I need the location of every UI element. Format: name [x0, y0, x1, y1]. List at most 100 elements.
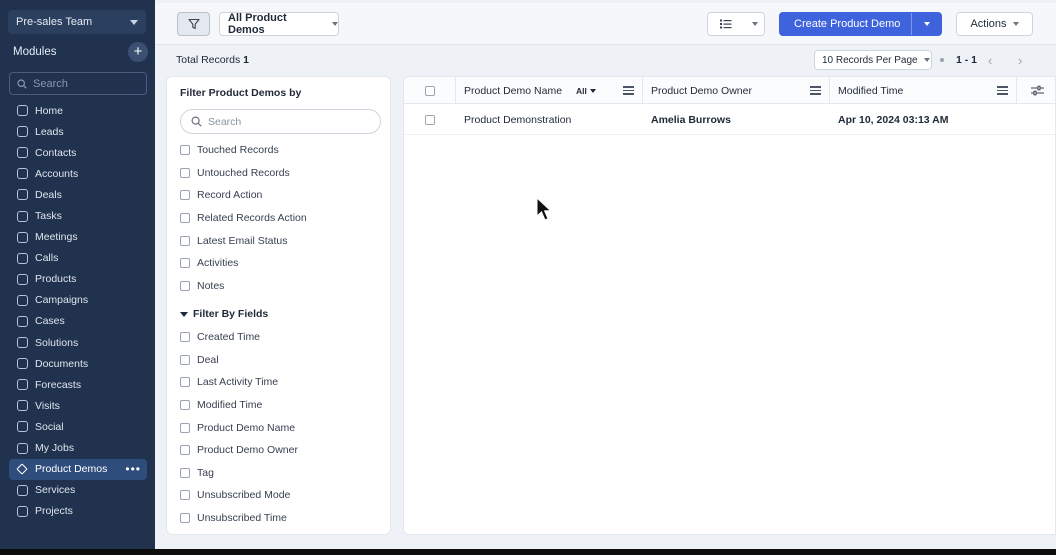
- sidebar-item-accounts[interactable]: Accounts: [9, 163, 147, 184]
- name-filter-label: All: [576, 85, 587, 96]
- filter-by-fields-toggle[interactable]: Filter By Fields: [180, 308, 268, 320]
- column-menu-icon[interactable]: [810, 84, 821, 96]
- column-menu-icon[interactable]: [623, 84, 634, 96]
- sidebar-item-label: Home: [35, 104, 64, 117]
- filter-option[interactable]: Created Time: [180, 326, 390, 349]
- filter-checkbox[interactable]: [180, 490, 190, 501]
- filter-checkbox[interactable]: [180, 190, 190, 201]
- view-mode-button[interactable]: [707, 12, 765, 36]
- create-product-demo-label: Create Product Demo: [794, 18, 901, 30]
- records-per-page-select[interactable]: 10 Records Per Page: [814, 50, 932, 70]
- filter-checkbox[interactable]: [180, 445, 190, 456]
- filter-checkbox[interactable]: [180, 258, 190, 269]
- sidebar-item-contacts[interactable]: Contacts: [9, 142, 147, 163]
- sidebar-item-label: Tasks: [35, 210, 62, 223]
- product-demo-name-cell[interactable]: Product Demonstration: [464, 105, 571, 135]
- sidebar-item-product-demos[interactable]: Product Demos •••: [9, 458, 147, 480]
- chevron-down-icon: [923, 22, 930, 26]
- filter-option-label: Record Action: [197, 189, 263, 202]
- sidebar-item-cases[interactable]: Cases: [9, 311, 147, 332]
- sidebar-item-services[interactable]: Services: [9, 480, 147, 501]
- filter-option[interactable]: Notes: [180, 275, 390, 298]
- sidebar-item-projects[interactable]: Projects: [9, 501, 147, 522]
- filter-checkbox[interactable]: [180, 280, 190, 291]
- sidebar-item-solutions[interactable]: Solutions: [9, 332, 147, 353]
- products-icon: [17, 273, 28, 285]
- column-settings-button[interactable]: [1017, 77, 1055, 104]
- filter-checkbox[interactable]: [180, 145, 190, 156]
- filter-option[interactable]: Related Records Action: [180, 207, 390, 230]
- filter-option[interactable]: Untouched Records: [180, 162, 390, 185]
- table-row[interactable]: Product Demonstration Amelia Burrows Apr…: [404, 105, 1055, 135]
- filter-option[interactable]: Unsubscribed Mode: [180, 484, 390, 507]
- sidebar-item-visits[interactable]: Visits: [9, 395, 147, 416]
- filter-checkbox[interactable]: [180, 422, 190, 433]
- filter-option[interactable]: Deal: [180, 349, 390, 372]
- records-per-page-label: 10 Records Per Page: [822, 54, 918, 66]
- filter-option[interactable]: Unsubscribed Time: [180, 507, 390, 530]
- filter-checkbox[interactable]: [180, 332, 190, 343]
- more-options-icon[interactable]: •••: [125, 462, 141, 476]
- sidebar-item-home[interactable]: Home: [9, 100, 147, 121]
- chevron-down-icon: [923, 58, 930, 62]
- sidebar-item-calls[interactable]: Calls: [9, 248, 147, 269]
- create-options-dropdown[interactable]: [911, 13, 941, 35]
- next-page-button[interactable]: ›: [1018, 53, 1022, 68]
- row-checkbox[interactable]: [425, 115, 435, 125]
- sidebar-item-label: Campaigns: [35, 294, 89, 307]
- sidebar-item-tasks[interactable]: Tasks: [9, 205, 147, 226]
- sidebar-item-products[interactable]: Products: [9, 269, 147, 290]
- filter-checkbox[interactable]: [180, 235, 190, 246]
- filter-checkbox[interactable]: [180, 354, 190, 365]
- filter-checkbox[interactable]: [180, 167, 190, 178]
- sidebar-item-leads[interactable]: Leads: [9, 121, 147, 142]
- filter-checkbox[interactable]: [180, 467, 190, 478]
- filter-option[interactable]: Modified Time: [180, 394, 390, 417]
- sidebar-item-social[interactable]: Social: [9, 416, 147, 437]
- sidebar-item-meetings[interactable]: Meetings: [9, 227, 147, 248]
- filter-checkbox[interactable]: [180, 400, 190, 411]
- filter-search-placeholder: Search: [208, 115, 242, 128]
- filter-option-label: Product Demo Name: [197, 421, 296, 434]
- sidebar-item-documents[interactable]: Documents: [9, 353, 147, 374]
- previous-page-button[interactable]: ‹: [988, 53, 992, 68]
- team-switcher[interactable]: Pre-sales Team: [8, 10, 146, 34]
- filter-checkbox[interactable]: [180, 377, 190, 388]
- filter-option[interactable]: Touched Records: [180, 139, 390, 162]
- filter-option[interactable]: Latest Email Status: [180, 229, 390, 252]
- column-modified-time[interactable]: Modified Time: [830, 77, 1017, 104]
- sliders-icon: [1030, 85, 1044, 96]
- create-product-demo-button[interactable]: Create Product Demo: [779, 12, 942, 36]
- filter-option[interactable]: Product Demo Owner: [180, 439, 390, 462]
- caret-down-icon: [180, 311, 188, 317]
- tasks-icon: [17, 210, 28, 222]
- module-search-placeholder: Search: [33, 77, 68, 90]
- filter-checkbox[interactable]: [180, 513, 190, 524]
- module-search-input[interactable]: Search: [9, 72, 147, 95]
- filter-option[interactable]: Tag: [180, 462, 390, 485]
- filter-option[interactable]: Record Action: [180, 184, 390, 207]
- filter-checkbox[interactable]: [180, 213, 190, 224]
- filter-option-label: Unsubscribed Mode: [197, 489, 291, 502]
- filter-toggle-button[interactable]: [177, 12, 210, 36]
- sidebar-item-forecasts[interactable]: Forecasts: [9, 374, 147, 395]
- sidebar-item-deals[interactable]: Deals: [9, 184, 147, 205]
- filter-search-input[interactable]: Search: [180, 109, 381, 134]
- filter-option[interactable]: Activities: [180, 252, 390, 275]
- filter-option[interactable]: Product Demo Name: [180, 416, 390, 439]
- column-product-demo-name[interactable]: Product Demo Name All: [456, 77, 643, 104]
- sidebar-item-campaigns[interactable]: Campaigns: [9, 290, 147, 311]
- filter-option-label: Latest Email Status: [197, 234, 288, 247]
- filter-option[interactable]: Last Activity Time: [180, 371, 390, 394]
- modules-header: Modules +: [13, 42, 148, 62]
- add-module-button[interactable]: +: [128, 42, 148, 62]
- custom-view-select[interactable]: All Product Demos: [219, 12, 339, 36]
- column-menu-icon[interactable]: [997, 84, 1008, 96]
- filter-option-label: Created Time: [197, 331, 261, 344]
- actions-button[interactable]: Actions: [956, 12, 1033, 36]
- name-filter-select[interactable]: All: [576, 86, 596, 96]
- select-all-checkbox[interactable]: [424, 85, 435, 96]
- sidebar-item-my-jobs[interactable]: My Jobs: [9, 438, 147, 459]
- social-icon: [17, 421, 28, 433]
- column-product-demo-owner[interactable]: Product Demo Owner: [643, 77, 830, 104]
